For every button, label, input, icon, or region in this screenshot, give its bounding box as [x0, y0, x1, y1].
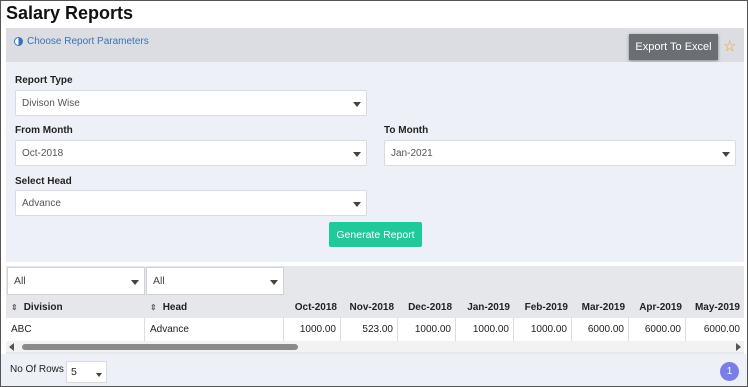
table-cell: 1000.00: [514, 318, 572, 341]
select-head-value: Advance: [22, 197, 61, 209]
chevron-down-icon: [353, 102, 361, 107]
from-month-select[interactable]: Oct-2018: [15, 140, 367, 166]
column-header-month[interactable]: Oct-2018: [284, 296, 341, 318]
from-month-value: Oct-2018: [22, 147, 64, 159]
column-header-head[interactable]: ⇕ Head: [150, 296, 284, 318]
select-head-select[interactable]: Advance: [15, 190, 367, 216]
column-header-month[interactable]: May-2019: [686, 296, 744, 318]
choose-params-link[interactable]: Choose Report Parameters: [14, 36, 149, 47]
chevron-down-icon: [722, 152, 730, 157]
table-cell: Advance: [145, 318, 284, 341]
report-type-select[interactable]: Divison Wise: [15, 90, 367, 116]
scroll-right-icon[interactable]: [736, 343, 741, 351]
column-header-month[interactable]: Mar-2019: [572, 296, 629, 318]
page-title: Salary Reports: [6, 3, 134, 23]
rows-per-page-select[interactable]: 5: [66, 361, 107, 383]
chevron-down-icon: [353, 152, 361, 157]
table-cell: ABC: [6, 318, 145, 341]
sort-icon: ⇕: [11, 302, 18, 312]
table-cell: 6000.00: [629, 318, 686, 341]
column-header-month[interactable]: Apr-2019: [629, 296, 686, 318]
scroll-left-icon[interactable]: [9, 343, 14, 351]
chevron-down-icon: [131, 280, 139, 285]
to-month-value: Jan-2021: [391, 147, 433, 159]
app-window: Salary Reports Choose Report Parameters …: [0, 0, 748, 387]
horizontal-scrollbar[interactable]: [6, 341, 744, 352]
table-row[interactable]: ABC Advance 1000.00 523.00 1000.00 1000.…: [6, 318, 744, 341]
division-filter[interactable]: All: [7, 267, 145, 295]
from-month-label: From Month: [15, 125, 73, 136]
column-header-month[interactable]: Jan-2019: [456, 296, 514, 318]
report-type-label: Report Type: [15, 75, 73, 86]
to-month-select[interactable]: Jan-2021: [384, 140, 736, 166]
star-icon[interactable]: ☆: [723, 37, 736, 55]
sort-icon: ⇕: [150, 302, 157, 312]
to-month-label: To Month: [384, 125, 429, 136]
rows-per-page-label: No Of Rows :: [10, 364, 70, 375]
table-cell: 6000.00: [703, 324, 740, 335]
column-header-month[interactable]: Feb-2019: [514, 296, 572, 318]
table-cell: 6000.00: [572, 318, 629, 341]
table-header: ⇕ Division ⇕ Head Oct-2018 Nov-2018 Dec-…: [6, 296, 744, 318]
report-grid: All All ⇕ Division ⇕ Head Oct-2018 Nov-2…: [6, 266, 744, 354]
rows-per-page-value: 5: [71, 366, 77, 378]
table-cell: 523.00: [341, 318, 398, 341]
table-cell: 1000.00: [284, 318, 341, 341]
division-filter-value: All: [14, 275, 26, 287]
head-filter-value: All: [153, 275, 165, 287]
column-header-month[interactable]: Dec-2018: [398, 296, 456, 318]
column-header-division[interactable]: ⇕ Division: [11, 296, 145, 318]
choose-params-label: Choose Report Parameters: [27, 36, 149, 47]
chevron-down-icon: [353, 202, 361, 207]
grid-footer: No Of Rows : 5 1: [1, 354, 747, 386]
column-header-month[interactable]: Nov-2018: [341, 296, 398, 318]
select-head-label: Select Head: [15, 176, 72, 187]
scrollbar-thumb[interactable]: [22, 344, 298, 350]
report-params-icon: [14, 37, 23, 46]
table-cell: 1000.00: [398, 318, 456, 341]
chevron-down-icon: [96, 373, 102, 377]
head-filter[interactable]: All: [146, 267, 284, 295]
page-button-current[interactable]: 1: [720, 362, 739, 381]
chevron-down-icon: [270, 280, 278, 285]
generate-report-button[interactable]: Generate Report: [329, 222, 422, 247]
export-excel-button[interactable]: Export To Excel: [629, 34, 718, 60]
table-cell: 1000.00: [456, 318, 514, 341]
report-type-value: Divison Wise: [22, 97, 80, 109]
